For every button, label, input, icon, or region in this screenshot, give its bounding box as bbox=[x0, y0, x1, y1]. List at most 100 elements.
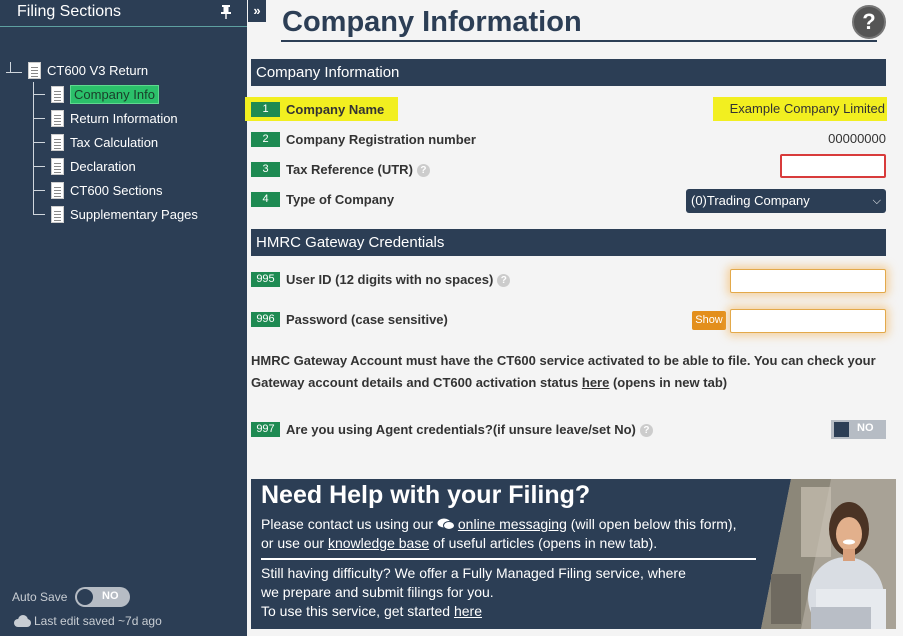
tree-connector bbox=[33, 82, 34, 214]
toggle-knob bbox=[77, 589, 93, 605]
sidebar-item-label: Tax Calculation bbox=[70, 134, 159, 150]
tree-connector bbox=[33, 190, 45, 191]
chevron-down-icon: ⌵ bbox=[872, 195, 881, 207]
tree-connector bbox=[33, 142, 45, 143]
sidebar-item-label: Company Info bbox=[70, 84, 159, 104]
title-underline bbox=[281, 40, 877, 42]
gateway-section-header: HMRC Gateway Credentials bbox=[251, 229, 886, 256]
utr-label: Tax Reference (UTR) bbox=[286, 162, 413, 177]
sidebar-item-label: Supplementary Pages bbox=[70, 206, 198, 222]
gateway-status-link[interactable]: here bbox=[582, 375, 609, 390]
sidebar-collapse-button[interactable]: » bbox=[248, 0, 266, 22]
sidebar-item-label: CT600 Sections bbox=[70, 182, 163, 198]
agent-credentials-label: Are you using Agent credentials?(if unsu… bbox=[286, 422, 636, 437]
agent-credentials-label-row: Are you using Agent credentials?(if unsu… bbox=[286, 422, 653, 438]
document-icon bbox=[51, 205, 64, 223]
field-number-badge: 4 bbox=[251, 192, 280, 207]
registration-number-label: Company Registration number bbox=[286, 132, 476, 147]
document-icon bbox=[51, 157, 64, 175]
field-number-badge: 995 bbox=[251, 272, 280, 287]
password-label: Password (case sensitive) bbox=[286, 312, 448, 327]
sidebar-header: Filing Sections bbox=[0, 0, 247, 27]
cloud-icon bbox=[14, 615, 31, 627]
question-icon[interactable]: ? bbox=[497, 274, 511, 288]
document-icon bbox=[51, 181, 64, 199]
support-person-photo bbox=[761, 479, 896, 629]
field-number-badge: 1 bbox=[251, 102, 280, 117]
help-text: we prepare and submit filings for you. bbox=[261, 584, 494, 600]
tree-root-label: CT600 V3 Return bbox=[47, 62, 149, 78]
autosave-label: Auto Save bbox=[12, 590, 68, 604]
gateway-note-text: HMRC Gateway Account must have the CT600… bbox=[251, 353, 876, 390]
company-section-header: Company Information bbox=[251, 59, 886, 86]
sidebar-item-tax-calculation[interactable]: Tax Calculation bbox=[51, 132, 158, 152]
user-id-label-row: User ID (12 digits with no spaces)? bbox=[286, 272, 511, 288]
tree-root-ct600[interactable]: CT600 V3 Return bbox=[28, 60, 148, 80]
document-icon bbox=[51, 109, 64, 127]
question-icon[interactable]: ? bbox=[639, 424, 653, 438]
field-number-badge: 3 bbox=[251, 162, 280, 177]
document-icon bbox=[28, 61, 41, 79]
help-text: Please contact us using our bbox=[261, 516, 437, 532]
help-line-knowledge: or use our knowledge base of useful arti… bbox=[261, 535, 657, 551]
sidebar-item-return-information[interactable]: Return Information bbox=[51, 108, 178, 128]
company-name-value[interactable]: Example Company Limited bbox=[713, 97, 887, 121]
sidebar-item-ct600-sections[interactable]: CT600 Sections bbox=[51, 180, 163, 200]
help-banner: Need Help with your Filing? Please conta… bbox=[251, 479, 896, 629]
last-saved-status: Last edit saved ~7d ago bbox=[34, 614, 162, 628]
company-type-selected: (0)Trading Company bbox=[691, 193, 810, 208]
company-type-label: Type of Company bbox=[286, 192, 395, 207]
autosave-state: NO bbox=[102, 590, 119, 602]
get-started-link[interactable]: here bbox=[454, 603, 482, 619]
show-password-button[interactable]: Show bbox=[692, 311, 726, 330]
agent-credentials-state: NO bbox=[857, 422, 874, 434]
user-id-input[interactable] bbox=[730, 269, 886, 293]
field-number-badge: 2 bbox=[251, 132, 280, 147]
sidebar-item-label: Declaration bbox=[70, 158, 136, 174]
tree-connector bbox=[33, 118, 45, 119]
tree-connector bbox=[33, 94, 45, 95]
sidebar-item-company-info[interactable]: Company Info bbox=[51, 84, 159, 104]
pin-icon[interactable] bbox=[219, 4, 233, 20]
tree-connector bbox=[6, 72, 22, 73]
help-divider bbox=[261, 558, 756, 560]
online-messaging-link[interactable]: online messaging bbox=[458, 516, 567, 532]
help-line-contact: Please contact us using our online messa… bbox=[261, 516, 736, 532]
help-heading: Need Help with your Filing? bbox=[261, 481, 591, 509]
tree-connector bbox=[33, 166, 45, 167]
chat-icon bbox=[437, 518, 455, 530]
sidebar: Filing Sections CT600 V3 Return Company … bbox=[0, 0, 247, 636]
gateway-note: HMRC Gateway Account must have the CT600… bbox=[251, 350, 891, 394]
help-text: (will open below this form), bbox=[566, 516, 737, 532]
help-icon[interactable]: ? bbox=[852, 5, 886, 39]
company-name-label: Company Name bbox=[286, 102, 385, 117]
toggle-knob bbox=[834, 422, 849, 437]
registration-number-value[interactable]: 00000000 bbox=[780, 131, 886, 146]
tree-connector bbox=[10, 62, 11, 72]
password-input[interactable] bbox=[730, 309, 886, 333]
field-number-badge: 997 bbox=[251, 422, 280, 437]
sidebar-item-declaration[interactable]: Declaration bbox=[51, 156, 136, 176]
gateway-note-suffix: (opens in new tab) bbox=[609, 375, 728, 390]
knowledge-base-link[interactable]: knowledge base bbox=[328, 535, 429, 551]
help-text: of useful articles (opens in new tab). bbox=[429, 535, 658, 551]
sidebar-item-supplementary-pages[interactable]: Supplementary Pages bbox=[51, 204, 198, 224]
field-number-badge: 996 bbox=[251, 312, 280, 327]
user-id-label: User ID (12 digits with no spaces) bbox=[286, 272, 494, 287]
sidebar-title: Filing Sections bbox=[17, 3, 122, 20]
help-text: To use this service, get started bbox=[261, 603, 454, 619]
utr-input[interactable] bbox=[780, 154, 886, 178]
tree-connector bbox=[33, 214, 45, 215]
document-icon bbox=[51, 133, 64, 151]
help-text: or use our bbox=[261, 535, 328, 551]
page-title: Company Information bbox=[282, 6, 582, 38]
help-line-get-started: To use this service, get started here bbox=[261, 603, 482, 619]
company-type-select[interactable]: (0)Trading Company ⌵ bbox=[686, 189, 886, 213]
question-icon[interactable]: ? bbox=[416, 164, 430, 178]
agent-credentials-toggle[interactable]: NO bbox=[831, 420, 886, 439]
sidebar-item-label: Return Information bbox=[70, 110, 178, 126]
autosave-toggle[interactable]: NO bbox=[75, 587, 130, 607]
utr-label-row: Tax Reference (UTR)? bbox=[286, 162, 430, 178]
help-text: Still having difficulty? We offer a Full… bbox=[261, 565, 686, 581]
document-icon bbox=[51, 85, 64, 103]
